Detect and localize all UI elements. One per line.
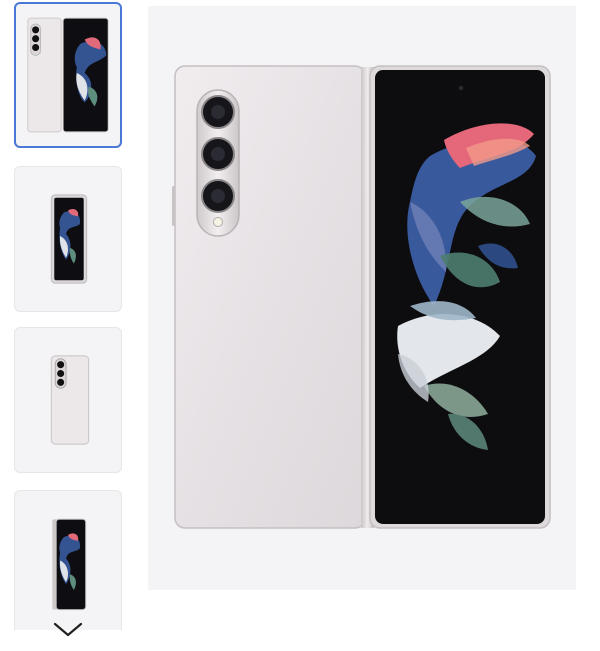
main-product-image xyxy=(148,6,576,590)
thumbnail-folded-back[interactable] xyxy=(14,327,122,473)
chevron-down-icon xyxy=(53,622,83,637)
thumbnail-side-angle[interactable] xyxy=(14,490,122,630)
thumbnail-phone-image xyxy=(50,194,88,284)
scroll-down-button[interactable] xyxy=(52,619,84,639)
phone-image xyxy=(172,65,551,529)
thumbnail-phone-image xyxy=(50,355,90,445)
thumbnail-phone-image xyxy=(52,518,87,611)
thumbnail-folded-front[interactable] xyxy=(14,166,122,312)
thumbnail-open-view[interactable] xyxy=(14,2,122,148)
thumbnail-phone-image xyxy=(27,17,109,133)
